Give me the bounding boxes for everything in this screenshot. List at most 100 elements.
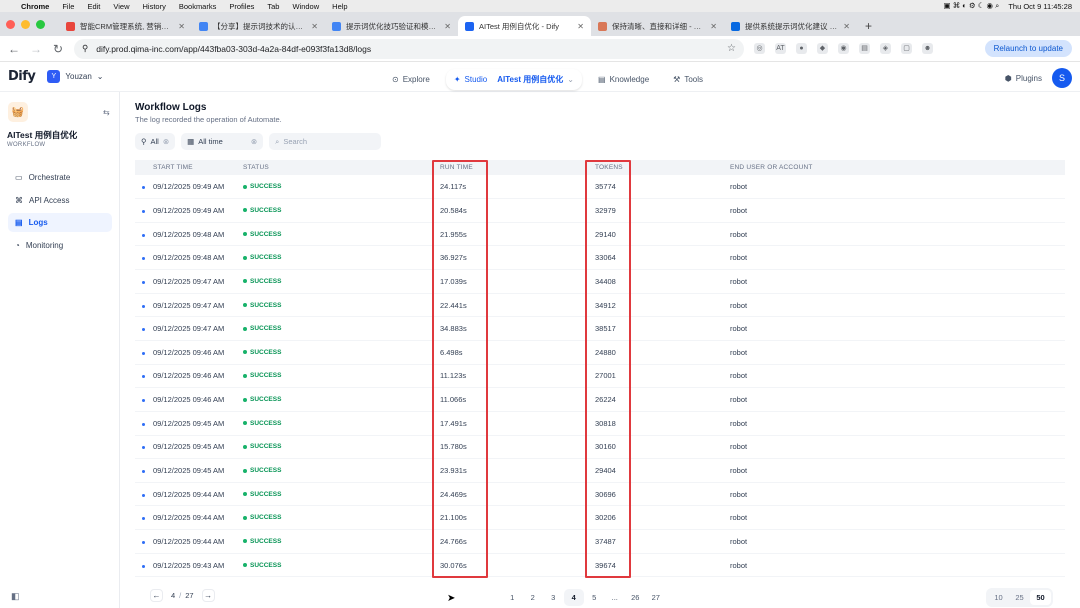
app-menu-chrome[interactable]: Chrome <box>21 2 49 11</box>
mac-menu-item[interactable]: File <box>62 2 74 11</box>
browser-tab[interactable]: 【分享】提示词技术的认知迭代 ✕ <box>192 16 325 36</box>
search-icon: ⌕ <box>275 136 280 146</box>
back-icon[interactable]: ← <box>8 42 20 56</box>
sidebar-item-orchestrate[interactable]: ▭ Orchestrate <box>8 168 112 187</box>
close-tab-icon[interactable]: ✕ <box>577 22 584 31</box>
user-avatar[interactable]: S <box>1052 68 1072 88</box>
mac-menu-item[interactable]: View <box>113 2 129 11</box>
prev-page-icon[interactable]: ← <box>150 589 163 602</box>
extension-icon[interactable]: ◉ <box>838 43 849 54</box>
mac-menu-item[interactable]: Window <box>292 2 319 11</box>
extension-icon[interactable]: ● <box>796 43 807 54</box>
plugins-button[interactable]: ⬢ Plugins <box>1005 74 1042 83</box>
page-number[interactable]: 5 <box>584 589 605 606</box>
extension-icon[interactable]: ◈ <box>880 43 891 54</box>
cell-status: SUCCESS <box>243 340 440 364</box>
search-input[interactable]: ⌕ Search <box>269 133 382 150</box>
page-number[interactable]: 3 <box>543 589 564 606</box>
relaunch-to-update-button[interactable]: Relaunch to update <box>984 40 1072 57</box>
sidebar-item-monitoring[interactable]: ◔ Monitoring <box>8 236 112 255</box>
cell-status: SUCCESS <box>243 175 440 199</box>
page-size-option[interactable]: 50 <box>1030 590 1051 605</box>
unread-dot <box>142 209 145 213</box>
mac-menu-item[interactable]: Edit <box>87 2 100 11</box>
close-window-button[interactable] <box>6 19 15 29</box>
sidebar-item-label: Logs <box>28 218 48 227</box>
close-tab-icon[interactable]: ✕ <box>710 22 717 31</box>
status-text: SUCCESS <box>250 277 282 285</box>
unread-dot <box>142 280 145 284</box>
next-page-icon[interactable]: → <box>201 589 215 602</box>
sidebar-app-type: WORKFLOW <box>7 142 46 148</box>
browser-tab[interactable]: 保持清晰、直接和详细 - Claude ✕ <box>591 16 724 36</box>
address-bar[interactable]: ⚲ dify.prod.qima-inc.com/app/443fba03-30… <box>74 38 744 59</box>
reload-icon[interactable]: ↻ <box>52 42 64 56</box>
browser-tab[interactable]: 智能CRM管理系统, 营销自动化 ✕ <box>59 16 192 36</box>
close-tab-icon[interactable]: ✕ <box>444 22 451 31</box>
nav-tools[interactable]: ⚒ Tools <box>665 70 711 89</box>
nav-explore[interactable]: ⊙ Explore <box>384 70 438 89</box>
collapse-sidebar-icon[interactable]: ◧ <box>11 591 20 602</box>
status-text: SUCCESS <box>250 325 282 333</box>
status-filter[interactable]: ⚲ All ⊗ <box>135 133 176 150</box>
status-text: SUCCESS <box>250 561 282 569</box>
close-tab-icon[interactable]: ✕ <box>311 22 318 31</box>
page-size-option[interactable]: 25 <box>1009 590 1030 605</box>
site-info-icon[interactable]: ⚲ <box>82 43 88 54</box>
page-number[interactable]: 1 <box>502 589 523 606</box>
unread-dot <box>142 186 145 190</box>
zoom-window-button[interactable] <box>36 19 45 29</box>
page-number[interactable]: 26 <box>625 589 646 606</box>
extension-icon[interactable]: ◆ <box>817 43 828 54</box>
clear-icon[interactable]: ⊗ <box>163 137 169 146</box>
page-number[interactable]: 4 <box>563 589 584 606</box>
page-size-option[interactable]: 10 <box>988 590 1009 605</box>
extension-icon[interactable]: ▤ <box>859 43 870 54</box>
mac-menu-item[interactable]: Profiles <box>229 2 254 11</box>
mac-menu-item[interactable]: Help <box>332 2 347 11</box>
cell-end-user: robot <box>730 182 748 192</box>
book-icon: ▤ <box>598 75 606 84</box>
status-dot-icon <box>243 326 247 331</box>
nav-studio[interactable]: ✦ Studio AITest 用例自优化 ⌄ <box>445 69 582 90</box>
status-text: SUCCESS <box>250 183 282 191</box>
unread-dot <box>142 470 145 473</box>
nav-explore-label: Explore <box>402 75 430 84</box>
clear-icon[interactable]: ⊗ <box>251 137 257 146</box>
cell-start-time: 09/12/2025 09:47 AM <box>153 300 225 310</box>
bookmark-star-icon[interactable]: ☆ <box>727 43 736 54</box>
extension-icon[interactable]: ◎ <box>754 43 765 54</box>
nav-studio-label: Studio <box>464 75 488 84</box>
browser-tab[interactable]: 提供系统提示词优化建议 - Me ✕ <box>724 16 857 36</box>
browser-tab[interactable]: AITest 用例自优化 - Dify ✕ <box>458 16 591 36</box>
status-text: SUCCESS <box>250 206 282 214</box>
mac-menu-item[interactable]: Bookmarks <box>179 2 217 11</box>
extension-at-icon[interactable]: AT <box>775 43 786 54</box>
mac-menu-item[interactable]: Tab <box>267 2 279 11</box>
filter-icon: ⚲ <box>141 137 147 146</box>
status-text: SUCCESS <box>250 419 282 427</box>
close-tab-icon[interactable]: ✕ <box>843 22 850 31</box>
current-page[interactable]: 4 <box>171 591 175 600</box>
sidebar-item-api-access[interactable]: ⌘ API Access <box>8 191 112 210</box>
new-tab-button[interactable]: + <box>857 16 880 36</box>
workspace-switcher[interactable]: Y Youzan ⌄ <box>47 70 104 83</box>
close-tab-icon[interactable]: ✕ <box>178 22 185 31</box>
mac-menu-item[interactable]: History <box>143 2 166 11</box>
nav-knowledge[interactable]: ▤ Knowledge <box>590 70 657 89</box>
favicon-icon <box>199 21 208 31</box>
cell-end-user: robot <box>730 489 748 499</box>
minimize-window-button[interactable] <box>21 19 30 29</box>
sidebar-toggle-icon[interactable]: ⇆ <box>103 108 110 117</box>
favicon-icon <box>598 21 607 31</box>
time-filter[interactable]: ▦ All time ⊗ <box>181 133 264 150</box>
page-number[interactable]: 27 <box>646 589 667 606</box>
extension-icon[interactable]: ▢ <box>901 43 912 54</box>
browser-tab[interactable]: 提示词优化技巧验证和模型差异 ✕ <box>325 16 458 36</box>
page-number[interactable]: 2 <box>523 589 544 606</box>
current-app-selector[interactable]: AITest 用例自优化 <box>497 74 563 85</box>
profile-avatar-icon[interactable]: ☻ <box>922 43 933 54</box>
sidebar-item-logs[interactable]: ▤ Logs <box>8 213 112 232</box>
dify-logo[interactable]: Dify <box>8 69 36 84</box>
forward-icon[interactable]: → <box>30 42 42 56</box>
